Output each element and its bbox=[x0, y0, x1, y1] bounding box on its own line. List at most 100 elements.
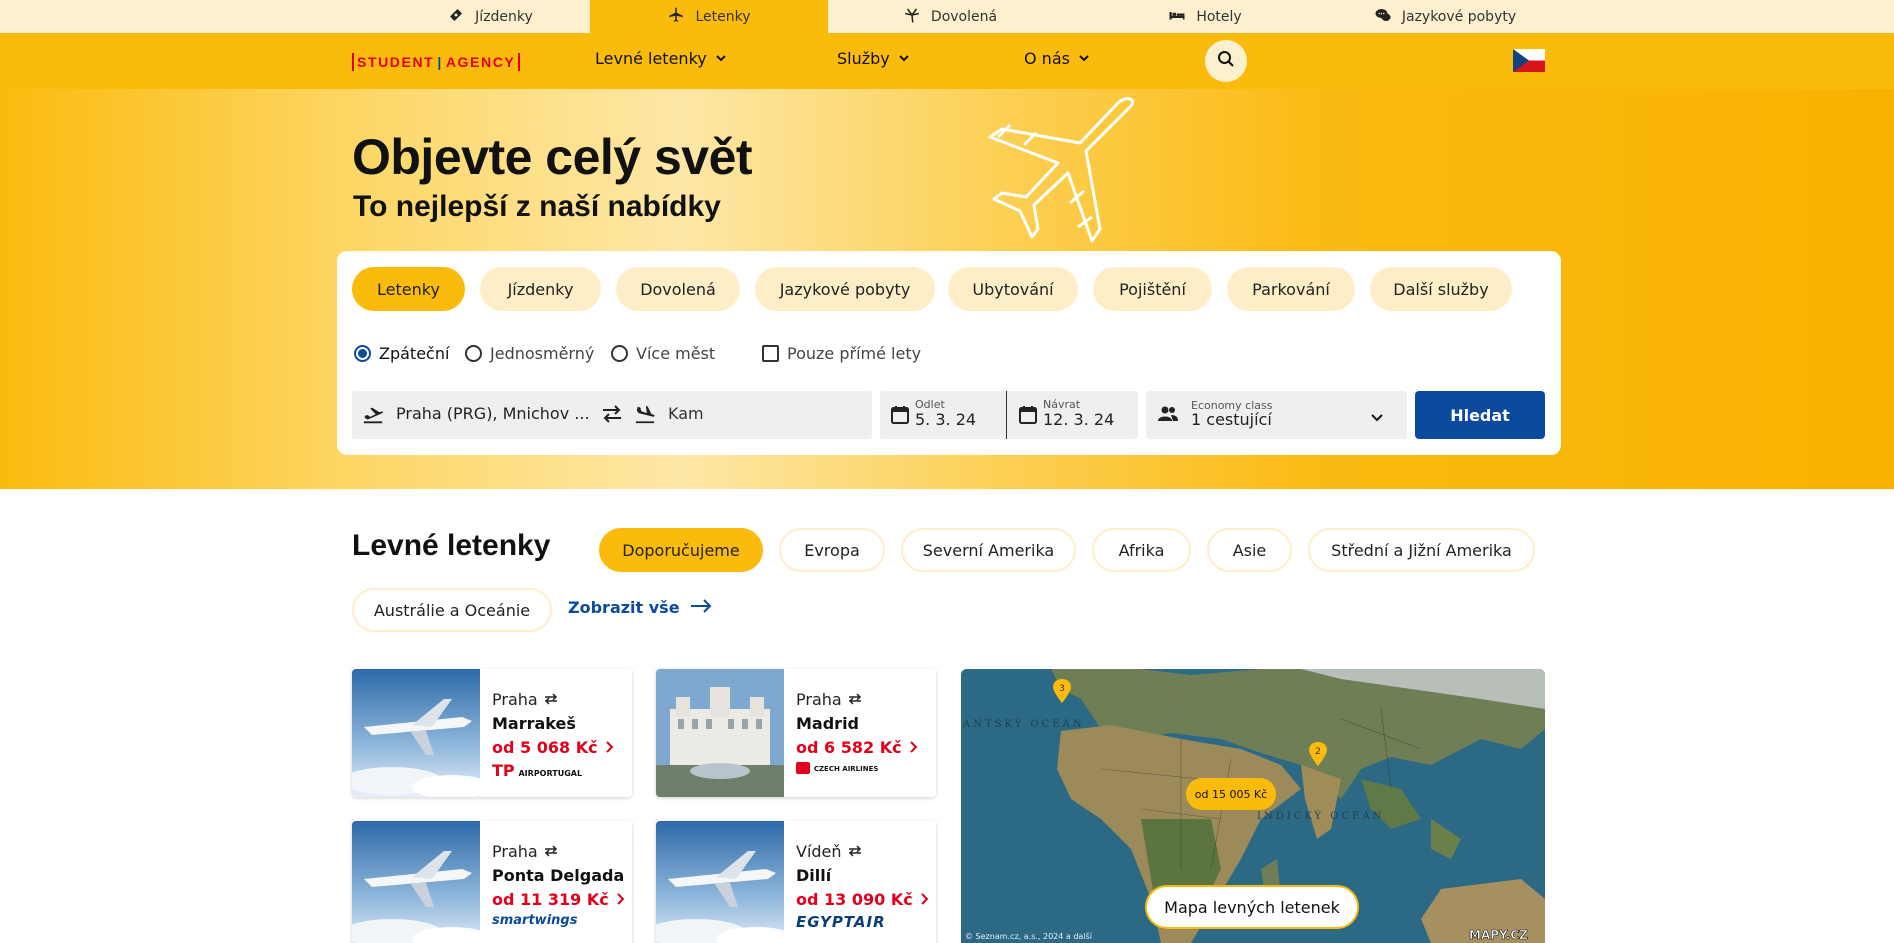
airplane-photo bbox=[656, 821, 784, 943]
offer-card[interactable]: Praha Madrid od 6 582 Kč CZECH AIRLINES bbox=[656, 669, 936, 797]
czech-flag-icon[interactable] bbox=[1513, 49, 1545, 72]
radio-label: Zpáteční bbox=[379, 344, 450, 363]
chevron-down-icon bbox=[1370, 409, 1384, 428]
search-tab-jazykove-pobyty[interactable]: Jazykové pobyty bbox=[755, 267, 935, 311]
mapy-cz-logo: MAPY.CZ bbox=[1469, 928, 1528, 942]
marker-count: 2 bbox=[1315, 747, 1321, 757]
offer-card[interactable]: Praha Marrakeš od 5 068 Kč TP AIRPORTUGA… bbox=[352, 669, 632, 797]
chevron-right-icon bbox=[920, 890, 929, 909]
madrid-palace-photo bbox=[656, 669, 784, 797]
student-agency-logo[interactable]: STUDENT | AGENCY bbox=[352, 53, 521, 71]
show-all-link[interactable]: Zobrazit vše bbox=[568, 598, 712, 617]
top-tab-label: Dovolená bbox=[930, 8, 998, 25]
nav-o-nas[interactable]: O nás bbox=[1024, 49, 1090, 68]
radio-empty-icon bbox=[465, 345, 482, 362]
logo-text-right: AGENCY bbox=[445, 54, 516, 70]
origin-label: Vídeň bbox=[796, 842, 842, 861]
deals-title: Levné letenky bbox=[352, 529, 551, 562]
offer-destination: Ponta Delgada bbox=[492, 866, 625, 885]
top-tab-jazykove-pobyty[interactable]: Jazykové pobyty bbox=[1340, 0, 1550, 33]
trip-type-multicity-radio[interactable]: Více měst bbox=[611, 344, 715, 363]
logo-text-left: STUDENT bbox=[357, 54, 435, 70]
filter-severni-amerika[interactable]: Severní Amerika bbox=[901, 528, 1076, 572]
header-search-button[interactable] bbox=[1205, 40, 1247, 82]
arrow-right-icon bbox=[690, 598, 712, 617]
nav-sluzby[interactable]: Služby bbox=[837, 49, 910, 68]
top-tab-hotely[interactable]: Hotely bbox=[1130, 0, 1280, 33]
origin-input[interactable]: Praha (PRG), Mnichov ... bbox=[396, 404, 590, 423]
airline-name: smartwings bbox=[492, 913, 578, 928]
return-date-input[interactable]: 12. 3. 24 bbox=[1043, 410, 1114, 429]
search-tab-dalsi-sluzby[interactable]: Další služby bbox=[1370, 267, 1512, 311]
ticket-icon bbox=[447, 6, 465, 28]
origin-label: Praha bbox=[492, 690, 538, 709]
top-product-strip: Jízdenky Letenky Dovolená Hotely Jazykov… bbox=[0, 0, 1894, 33]
destination-input[interactable]: Kam bbox=[668, 404, 704, 423]
nav-levne-letenky[interactable]: Levné letenky bbox=[595, 49, 727, 68]
top-tab-dovolena[interactable]: Dovolená bbox=[875, 0, 1025, 33]
people-icon bbox=[1158, 405, 1178, 427]
trip-type-oneway-radio[interactable]: Jednosměrný bbox=[465, 344, 594, 363]
search-tab-letenky[interactable]: Letenky bbox=[352, 267, 465, 311]
offer-origin: Praha bbox=[796, 690, 862, 709]
filter-afrika[interactable]: Afrika bbox=[1092, 528, 1191, 572]
nav-label: Služby bbox=[837, 49, 890, 68]
search-tab-parkovani[interactable]: Parkování bbox=[1227, 267, 1355, 311]
offer-price: od 13 090 Kč bbox=[796, 890, 929, 909]
swap-arrows-icon bbox=[848, 690, 862, 709]
search-tab-dovolena[interactable]: Dovolená bbox=[616, 267, 740, 311]
offer-price: od 11 319 Kč bbox=[492, 890, 625, 909]
price-label: od 11 319 Kč bbox=[492, 890, 609, 909]
takeoff-icon bbox=[362, 404, 384, 430]
map-marker-pin[interactable]: 2 bbox=[1309, 742, 1327, 766]
search-submit-button[interactable]: Hledat bbox=[1415, 391, 1545, 439]
cheap-flights-map-button[interactable]: Mapa levných letenek bbox=[1145, 885, 1359, 929]
top-tab-label: Jazykové pobyty bbox=[1401, 8, 1517, 25]
offer-price: od 5 068 Kč bbox=[492, 738, 614, 757]
radio-selected-icon bbox=[354, 345, 371, 362]
offer-card[interactable]: Vídeň Dillí od 13 090 Kč EGYPTAIR bbox=[656, 821, 936, 943]
map-marker-pin[interactable]: 3 bbox=[1053, 679, 1071, 703]
search-tab-ubytovani[interactable]: Ubytování bbox=[948, 267, 1078, 311]
direct-flights-checkbox[interactable]: Pouze přímé lety bbox=[762, 344, 921, 363]
checkbox-label: Pouze přímé lety bbox=[787, 344, 922, 363]
marker-count: 3 bbox=[1059, 684, 1065, 694]
bed-icon bbox=[1168, 6, 1186, 28]
radio-label: Více měst bbox=[636, 344, 716, 363]
airline-logo: CZECH AIRLINES bbox=[796, 761, 878, 774]
map-label-atlantic: ANTSKÝ OCEÁN bbox=[962, 718, 1085, 730]
swap-arrows-icon bbox=[544, 842, 558, 861]
passengers-select[interactable] bbox=[1146, 391, 1407, 439]
filter-evropa[interactable]: Evropa bbox=[779, 528, 885, 572]
map-label-indian: INDICKÝ OCEÁN bbox=[1257, 810, 1384, 822]
map-price-bubble[interactable]: od 15 005 Kč bbox=[1186, 778, 1276, 810]
filter-asie[interactable]: Asie bbox=[1207, 528, 1292, 572]
offer-price: od 6 582 Kč bbox=[796, 738, 918, 757]
airplane-photo bbox=[352, 821, 480, 943]
offer-origin: Praha bbox=[492, 690, 558, 709]
offer-origin: Praha bbox=[492, 842, 558, 861]
top-tab-label: Jízdenky bbox=[475, 8, 533, 25]
airline-name: AIRPORTUGAL bbox=[518, 769, 583, 778]
chevron-down-icon bbox=[1078, 49, 1090, 68]
filter-doporucujeme[interactable]: Doporučujeme bbox=[599, 528, 763, 572]
departure-date-input[interactable]: 5. 3. 24 bbox=[915, 410, 976, 429]
swap-arrows-icon[interactable] bbox=[600, 403, 624, 429]
trip-type-return-radio[interactable]: Zpáteční bbox=[354, 344, 449, 363]
airplane-icon bbox=[667, 6, 685, 28]
search-tab-jizdenky[interactable]: Jízdenky bbox=[480, 267, 601, 311]
price-label: od 13 090 Kč bbox=[796, 890, 913, 909]
top-tab-jizdenky[interactable]: Jízdenky bbox=[390, 0, 590, 33]
chat-bubbles-icon bbox=[1374, 6, 1392, 28]
show-all-label: Zobrazit vše bbox=[568, 598, 680, 617]
chevron-right-icon bbox=[909, 738, 918, 757]
filter-australie-a-oceanie[interactable]: Austrálie a Oceánie bbox=[352, 588, 552, 632]
chevron-right-icon bbox=[616, 890, 625, 909]
chevron-down-icon bbox=[715, 49, 727, 68]
dates-divider bbox=[1006, 391, 1007, 439]
offer-destination: Madrid bbox=[796, 714, 859, 733]
search-tab-pojisteni[interactable]: Pojištění bbox=[1093, 267, 1212, 311]
top-tab-letenky[interactable]: Letenky bbox=[590, 0, 828, 33]
offer-card[interactable]: Praha Ponta Delgada od 11 319 Kč smartwi… bbox=[352, 821, 632, 943]
filter-stredni-a-jizni-amerika[interactable]: Střední a Jižní Amerika bbox=[1308, 528, 1535, 572]
